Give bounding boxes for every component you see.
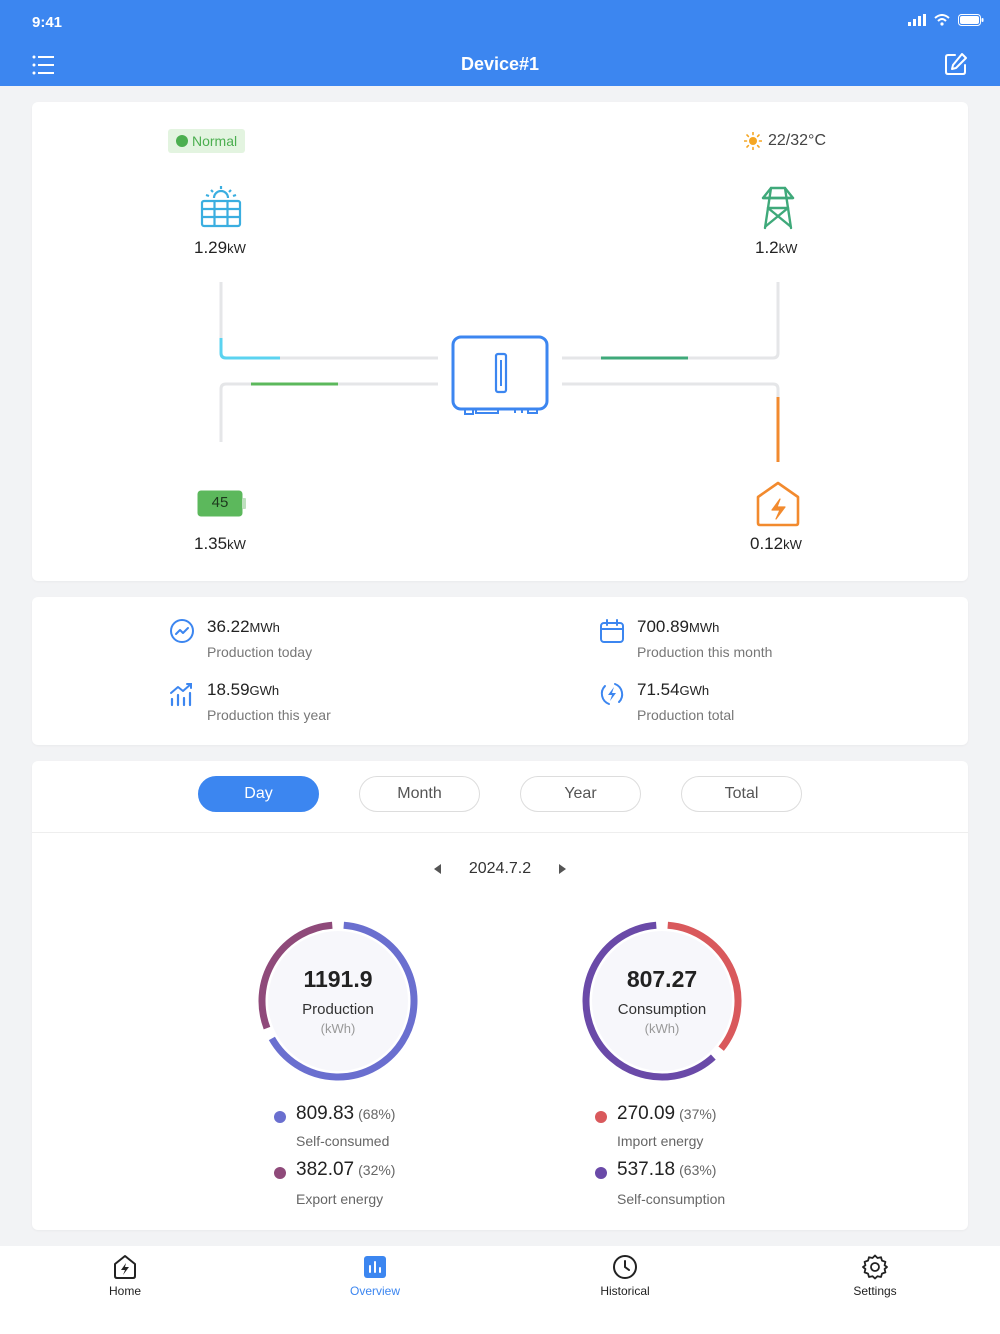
- calendar-icon: [600, 619, 624, 643]
- stat-value: 36.22MWh: [207, 617, 280, 636]
- tabbar-item-settings[interactable]: Settings: [815, 1254, 935, 1298]
- solar-unit: kW: [227, 241, 246, 256]
- battery-level: 45: [211, 494, 229, 511]
- date-selector: 2024.7.2: [32, 857, 968, 881]
- stat-value: 700.89MWh: [637, 617, 720, 636]
- consumption-unit: (kWh): [644, 1021, 680, 1036]
- legend-label: Export energy: [296, 1191, 384, 1207]
- solar-flow-line: [219, 338, 280, 360]
- production-label: Production: [302, 1001, 374, 1018]
- clock-icon: [613, 1255, 637, 1279]
- home-value: 0.12: [750, 534, 784, 553]
- energy-flow-card: Normal 22/32°C 45 1.29kW 1.2kW 1.35kW 0.…: [32, 102, 968, 581]
- tab-year[interactable]: Year: [520, 776, 641, 812]
- stat-label: Production today: [207, 644, 313, 660]
- bottom-tab-bar: Home Overview Historical Settings: [0, 1246, 1000, 1334]
- bar-growth-icon: [170, 683, 192, 707]
- tab-day[interactable]: Day: [198, 776, 319, 812]
- production-unit: (kWh): [320, 1021, 356, 1036]
- production-total: 1191.9: [303, 966, 373, 992]
- legend-dot: [274, 1111, 286, 1123]
- legend-dot: [595, 1167, 607, 1179]
- status-time: 9:41: [32, 14, 63, 31]
- battery-power-value: 1.35kW: [194, 534, 246, 554]
- grid-value: 1.2: [755, 238, 779, 257]
- stat-label: Production total: [637, 707, 735, 723]
- next-date-icon[interactable]: [559, 864, 567, 874]
- legend-dot: [595, 1111, 607, 1123]
- home-bolt-icon: [114, 1255, 136, 1279]
- solar-value: 1.29: [194, 238, 228, 257]
- tab-month[interactable]: Month: [359, 776, 480, 812]
- tabbar-item-home[interactable]: Home: [65, 1254, 185, 1298]
- battery-status-icon: [958, 14, 984, 26]
- signal-icon: [908, 14, 926, 26]
- legend-label: Import energy: [617, 1133, 704, 1149]
- grid-power-value: 1.2kW: [755, 238, 797, 258]
- period-tabs: Day Month Year Total: [32, 761, 968, 833]
- grid-tower-icon: [761, 186, 795, 230]
- gear-icon: [862, 1254, 888, 1280]
- edit-icon[interactable]: [944, 52, 968, 76]
- solar-panel-icon: [200, 186, 242, 228]
- stat-label: Production this month: [637, 644, 773, 660]
- legend-value: 809.83 (68%): [296, 1103, 396, 1124]
- tabbar-label: Settings: [853, 1284, 897, 1298]
- home-power-icon: [756, 481, 800, 527]
- wifi-icon: [934, 14, 950, 26]
- stat-label: Production this year: [207, 707, 331, 723]
- tabbar-label: Home: [108, 1284, 141, 1298]
- consumption-donut: 807.27 Consumption (kWh): [579, 918, 745, 1084]
- current-date: 2024.7.2: [468, 860, 532, 877]
- legend-label: Self-consumption: [617, 1191, 726, 1207]
- consumption-total: 807.27: [626, 966, 698, 992]
- legend-value: 537.18 (63%): [617, 1159, 717, 1180]
- overview-icon: [364, 1256, 386, 1278]
- production-donut-center: 1191.9 Production (kWh): [255, 918, 421, 1084]
- consumption-label: Consumption: [617, 1001, 707, 1018]
- battery-value: 1.35: [194, 534, 228, 553]
- production-stats-card: 36.22MWh Production today 700.89MWh Prod…: [32, 597, 968, 745]
- tab-total[interactable]: Total: [681, 776, 802, 812]
- battery-unit: kW: [227, 537, 246, 552]
- tabbar-item-overview[interactable]: Overview: [315, 1254, 435, 1298]
- grid-unit: kW: [778, 241, 798, 256]
- flow-diagram: [197, 186, 800, 527]
- legend-value: 382.07 (32%): [296, 1159, 396, 1180]
- bolt-cycle-icon: [600, 683, 624, 705]
- production-donut: 1191.9 Production (kWh): [255, 918, 421, 1084]
- legend-dot: [274, 1167, 286, 1179]
- home-power-value: 0.12kW: [750, 534, 802, 554]
- solar-power-value: 1.29kW: [194, 238, 246, 258]
- flow-connectors: [219, 282, 780, 462]
- energy-summary-card: Day Month Year Total 2024.7.2 1191.9 Pro…: [32, 761, 968, 1230]
- tabbar-item-historical[interactable]: Historical: [565, 1254, 685, 1298]
- home-unit: kW: [783, 537, 802, 552]
- page-title: Device#1: [460, 54, 540, 74]
- tabbar-label: Overview: [349, 1284, 400, 1298]
- tabbar-label: Historical: [600, 1284, 650, 1298]
- stat-value: 18.59GWh: [207, 680, 280, 699]
- prev-date-icon[interactable]: [433, 864, 441, 874]
- status-icons: [908, 14, 984, 26]
- consumption-donut-center: 807.27 Consumption (kWh): [579, 918, 745, 1084]
- trend-icon: [170, 619, 194, 643]
- inverter-icon: [451, 335, 549, 415]
- legend-label: Self-consumed: [296, 1133, 390, 1149]
- stat-value: 71.54GWh: [637, 680, 710, 699]
- legend-value: 270.09 (37%): [617, 1103, 717, 1124]
- app-header: 9:41 Device#1: [0, 0, 1000, 86]
